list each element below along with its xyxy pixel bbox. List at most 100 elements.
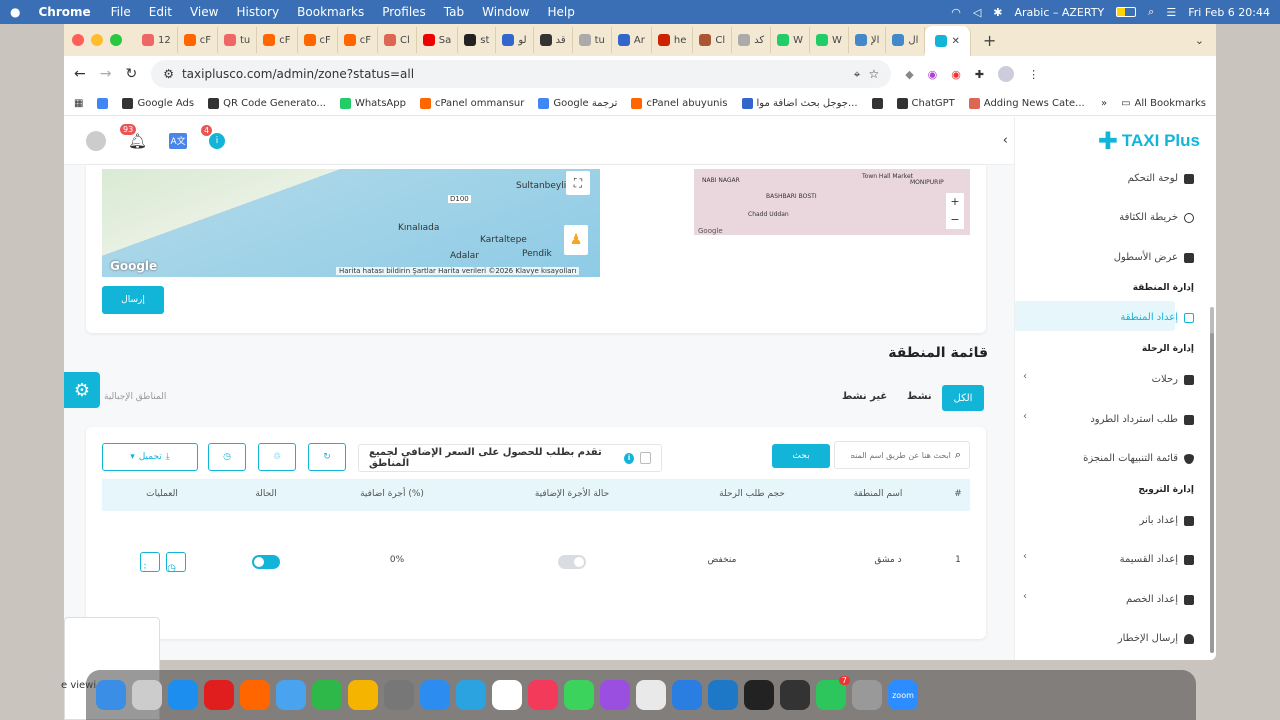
recycle-button[interactable]: ♲	[258, 443, 296, 471]
bookmark-item[interactable]	[97, 98, 109, 109]
refresh-button[interactable]: ↻	[308, 443, 346, 471]
menu-window[interactable]: Window	[482, 5, 529, 19]
brand-logo[interactable]: ✚ TAXI Plus	[1098, 127, 1200, 155]
zone-more-button[interactable]: ⋮	[140, 552, 160, 574]
site-info-icon[interactable]: ⚙	[163, 67, 174, 81]
user-avatar[interactable]	[86, 130, 106, 151]
bookmark-item[interactable]: Google ترجمة	[538, 98, 617, 109]
dock-podcasts-icon[interactable]	[600, 680, 630, 710]
new-tab-button[interactable]: +	[983, 31, 996, 50]
browser-tab[interactable]: W	[771, 27, 811, 53]
dock-app-store-icon[interactable]	[168, 680, 198, 710]
bookmark-star-icon[interactable]: ☆	[868, 67, 879, 81]
browser-tab[interactable]: cF	[178, 27, 218, 53]
back-icon[interactable]: ←	[74, 66, 86, 82]
omnibox[interactable]: ⚙ taxiplusco.com/admin/zone?status=all ⌖…	[151, 60, 892, 88]
dock-whatsapp-icon[interactable]: 7	[816, 676, 850, 710]
forward-icon[interactable]: →	[100, 66, 112, 82]
wifi-icon[interactable]: ◠	[951, 6, 961, 19]
dock-finder-icon[interactable]	[96, 680, 126, 710]
extra-fare-checkbox[interactable]	[639, 452, 651, 464]
battery-icon[interactable]	[1116, 7, 1137, 17]
zoom-controls[interactable]: + −	[946, 193, 964, 229]
info-icon[interactable]: i	[624, 452, 634, 464]
browser-tab[interactable]: st	[458, 27, 497, 53]
dock-activity-icon[interactable]	[780, 680, 810, 710]
dock-opera-icon[interactable]	[204, 680, 234, 710]
search-input[interactable]	[850, 450, 951, 460]
mini-map[interactable]: NABI NAGAR BASHBARI BOSTI Chadd Uddan To…	[694, 169, 970, 235]
menubar-app-name[interactable]: Chrome	[38, 5, 90, 19]
dock-apps-grid-icon[interactable]	[384, 680, 414, 710]
bookmark-item[interactable]	[871, 98, 883, 109]
chevron-left-icon[interactable]: ‹	[1023, 551, 1027, 562]
browser-tab[interactable]: Sa	[417, 27, 459, 53]
active-tab[interactable]: ✕	[925, 26, 971, 56]
browser-tab[interactable]: قد	[534, 27, 573, 53]
browser-tab[interactable]: tu	[218, 27, 258, 53]
dock-music-icon[interactable]	[528, 680, 558, 710]
browser-tab[interactable]: ال	[886, 27, 926, 53]
browser-tab[interactable]: he	[652, 27, 694, 53]
dock-messages-icon[interactable]	[564, 680, 594, 710]
dock-numbers-icon[interactable]	[312, 680, 342, 710]
dock-zoom-icon[interactable]: zoom	[888, 680, 918, 710]
location-icon[interactable]: ⌖	[854, 67, 861, 82]
zone-status-toggle[interactable]	[252, 555, 280, 569]
menu-tab[interactable]: Tab	[444, 5, 464, 19]
menu-bookmarks[interactable]: Bookmarks	[297, 5, 364, 19]
translate-icon[interactable]: A文	[169, 132, 188, 149]
chrome-menu-icon[interactable]: ⋮	[1028, 68, 1039, 81]
sidebar-item-banner[interactable]: إعداد بانر	[1139, 515, 1194, 526]
extension-icon[interactable]: ◉	[928, 68, 938, 81]
sidebar-item-parcel-return[interactable]: طلب استرداد الطرود	[1090, 414, 1194, 425]
history-button[interactable]: ◷	[208, 443, 246, 471]
bluetooth-icon[interactable]: ✱	[993, 6, 1002, 19]
dock-mail-icon[interactable]	[276, 680, 306, 710]
browser-tab[interactable]: 12	[136, 27, 178, 53]
dock-chrome-icon[interactable]	[636, 680, 666, 710]
chevron-left-icon[interactable]: ‹	[1023, 411, 1027, 422]
bookmark-item[interactable]: ChatGPT	[896, 98, 955, 109]
chevron-left-icon[interactable]: ‹	[1023, 591, 1027, 602]
search-input-wrapper[interactable]: ⌕	[834, 441, 970, 469]
menu-help[interactable]: Help	[547, 5, 574, 19]
notifications-bell-icon[interactable]: 🔔︎ 93	[120, 123, 147, 150]
page-scrollbar[interactable]	[1210, 333, 1214, 653]
filter-active-tab[interactable]: نشط	[907, 391, 932, 402]
filter-inactive-tab[interactable]: غير نشط	[842, 391, 887, 402]
browser-tab[interactable]: کد	[732, 27, 772, 53]
street-view-pegman-icon[interactable]: ♟	[564, 225, 588, 255]
info-icon[interactable]: i4	[201, 124, 226, 149]
search-button[interactable]: بحث	[772, 444, 830, 468]
sidebar-item-trips[interactable]: رحلات	[1152, 374, 1194, 385]
close-window-button[interactable]	[72, 34, 84, 46]
url-text[interactable]: taxiplusco.com/admin/zone?status=all	[182, 67, 414, 81]
tab-search-icon[interactable]: ⌄	[1195, 34, 1204, 47]
browser-tab[interactable]: cF	[338, 27, 378, 53]
sidebar-item-safety-list[interactable]: قائمة التنبيهات المنجزة	[1083, 453, 1194, 464]
filter-all-tab[interactable]: الكل	[942, 385, 984, 411]
bookmark-item[interactable]: QR Code Generato...	[208, 98, 326, 109]
browser-tab[interactable]: لو	[496, 27, 534, 53]
map-attribution[interactable]: Harita hatası bildirin Şartlar Harita ve…	[336, 267, 580, 275]
settings-gear-icon[interactable]: ⚙	[64, 372, 100, 408]
submit-button[interactable]: إرسال	[102, 286, 164, 314]
control-center-icon[interactable]: ☰	[1166, 6, 1176, 19]
sidebar-item-dashboard[interactable]: لوحة التحكم	[1128, 173, 1194, 184]
dock-telegram-icon[interactable]	[456, 680, 486, 710]
zone-map[interactable]: Sultanbeyli Kınalıada Kartaltepe Adalar …	[102, 169, 600, 277]
setup-guide-text[interactable]: المناطق الإجبالية	[104, 392, 166, 402]
browser-tab[interactable]: Ar	[612, 27, 652, 53]
dock-preview-icon[interactable]	[852, 680, 882, 710]
volume-icon[interactable]: ◁	[973, 6, 981, 19]
sidebar-item-discount[interactable]: إعداد الخصم	[1126, 594, 1194, 605]
download-button[interactable]: ▾ تحميل ⤓	[102, 443, 198, 471]
search-icon[interactable]: ⌕	[1148, 5, 1154, 19]
browser-tab[interactable]: Cl	[693, 27, 733, 53]
dock-safari-icon[interactable]	[420, 680, 450, 710]
dock-reminders-icon[interactable]	[492, 680, 522, 710]
bookmark-item[interactable]: Adding News Cate...	[968, 98, 1085, 109]
extension-icon[interactable]: ◆	[905, 68, 913, 81]
chevron-left-icon[interactable]: ‹	[1023, 371, 1027, 382]
